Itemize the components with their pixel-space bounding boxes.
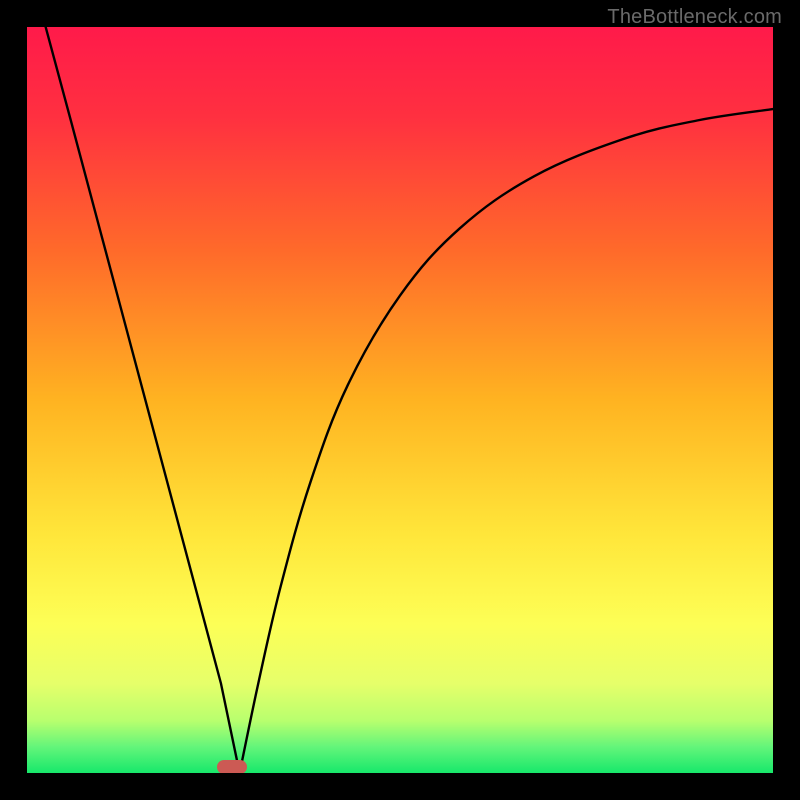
chart-plot-area	[27, 27, 773, 773]
chart-background	[27, 27, 773, 773]
chart-svg	[27, 27, 773, 773]
watermark-text: TheBottleneck.com	[607, 6, 782, 29]
highlight-marker	[217, 760, 247, 773]
